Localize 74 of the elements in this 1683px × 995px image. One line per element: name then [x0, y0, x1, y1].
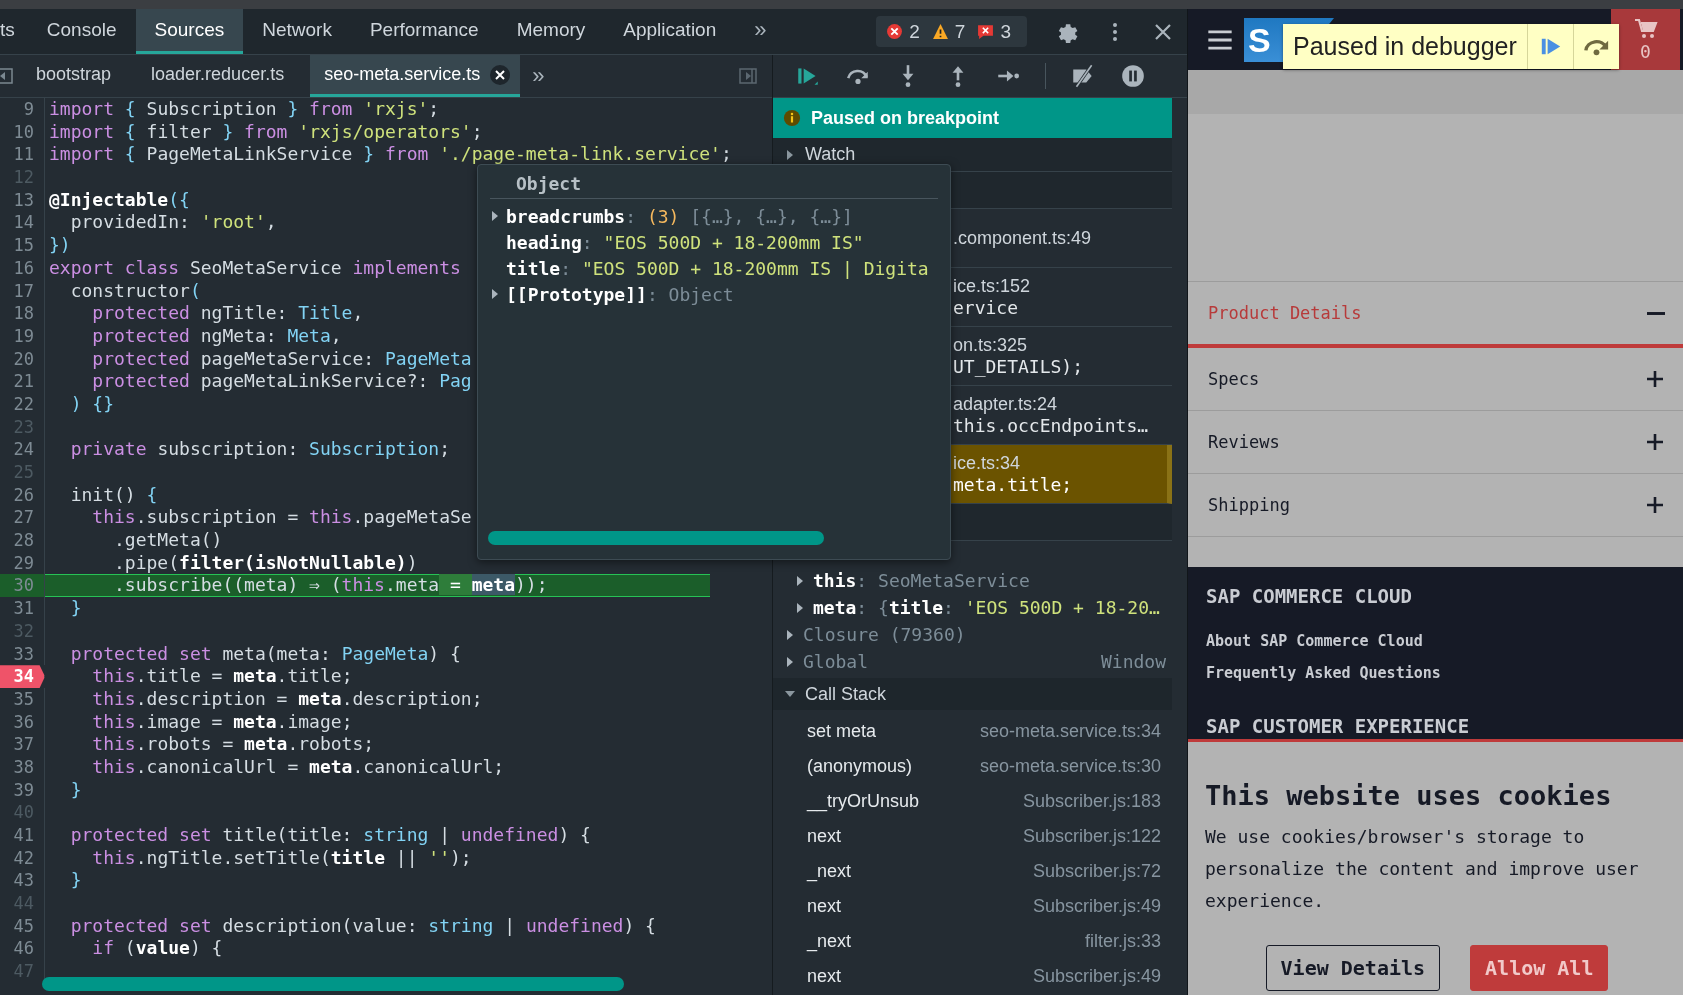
code-line: protected set meta(meta: PageMeta) { [69, 642, 461, 666]
property: [[Prototype]]: Object [506, 283, 734, 305]
code-line: .pipe(filter(isNotNullable)) [113, 551, 418, 575]
section-title: Watch [805, 144, 856, 165]
code-line: .getMeta() [113, 529, 223, 552]
breakpoint-location: adapter.ts:24 [953, 394, 1059, 415]
breakpoint-location: ice.ts:34 [953, 453, 1022, 474]
cookie-title: This website uses cookies [1205, 780, 1613, 811]
code-line: this.title = meta.title; [91, 665, 353, 688]
scope-variable: meta: {title: 'EOS 500D + 18-20… [813, 597, 1160, 618]
code-line: this.ngTitle.setTitle(title || ''); [91, 846, 472, 870]
function-name: next [807, 966, 842, 987]
breakpoint-code: UT_DETAILS); [953, 356, 1085, 377]
code-line: protected pageMetaLinkService?: Pag [91, 370, 472, 393]
issue-count: 3 [1000, 20, 1011, 43]
scope-value: Window [1100, 651, 1167, 672]
code-line: protected ngMeta: Meta, [91, 324, 342, 348]
code-line: if (value) { [91, 937, 223, 961]
code-line: protected set description(value: string | undefined) { [69, 914, 656, 938]
overlay-message: Paused in debugger [1292, 31, 1518, 62]
code-line: ) {} [69, 392, 115, 416]
warning-count: 7 [954, 20, 966, 43]
function-name: set meta [807, 721, 877, 742]
scope-group: Closure (79360) [803, 624, 966, 645]
section-title: Call Stack [805, 683, 887, 705]
function-name: __tryOrUnsub [807, 791, 920, 812]
accordion-label: Reviews [1208, 432, 1280, 452]
code-line: this.robots = meta.robots; [91, 733, 375, 756]
breakpoint-location: on.ts:325 [953, 335, 1029, 356]
file-name: bootstrap [36, 64, 112, 85]
accordion-label: Shipping [1208, 495, 1290, 515]
code-line: protected ngTitle: Title, [91, 302, 364, 325]
breakpoint-location: ice.ts:152 [953, 276, 1032, 297]
scope-group: Global [803, 651, 869, 672]
code-line: constructor( [69, 279, 201, 303]
banner-text: Paused on breakpoint [811, 107, 1000, 129]
code-line: import { filter } from 'rxjs/operators'; [48, 120, 483, 144]
code-line: } [69, 778, 82, 802]
breakpoint-code: this.occEndpoints… [953, 415, 1150, 436]
accordion-label: Specs [1208, 369, 1260, 389]
code-line: protected set title(title: string | undefined) { [69, 824, 591, 847]
code-line: import { Subscription } from 'rxjs'; [48, 98, 440, 121]
function-name: _next [807, 931, 852, 952]
breakpoint-code: ervice [953, 297, 1020, 318]
breakpoint-code: meta.title; [953, 474, 1074, 495]
function-name: (anonymous) [807, 756, 913, 777]
function-name: next [807, 896, 842, 917]
code-line: this.description = meta.description; [91, 687, 483, 711]
accordion-label: Product Details [1208, 303, 1362, 323]
file-name: loader.reducer.ts [151, 64, 285, 85]
scope-variable: this: SeoMetaService [813, 570, 1030, 591]
error-count: 2 [909, 20, 920, 43]
code-line: providedIn: 'root', [69, 211, 277, 235]
popover-title: Object [490, 171, 938, 199]
function-name: next [807, 826, 842, 847]
code-line: this.image = meta.image; [91, 710, 353, 734]
code-line: this.subscription = this.pageMetaSe [91, 506, 472, 530]
code-line: import { PageMetaLinkService } from './page-meta-link.service'; [48, 143, 732, 167]
code-line: private subscription: Subscription; [69, 438, 450, 461]
breakpoint-location: .component.ts:49 [953, 227, 1093, 249]
code-line: @Injectable({ [48, 188, 190, 212]
code-line: } [69, 869, 82, 893]
code-line: } [69, 597, 82, 620]
footer-heading: SAP COMMERCE CLOUD [1206, 585, 1413, 607]
footer-heading: SAP CUSTOMER EXPERIENCE [1206, 715, 1471, 737]
code-line: protected pageMetaService: PageMeta [91, 347, 472, 371]
code-line: export class SeoMetaService implements [48, 256, 461, 280]
code-line: init() { [69, 483, 158, 507]
file-name: seo-meta.service.ts [324, 64, 481, 85]
code-line: this.canonicalUrl = meta.canonicalUrl; [91, 755, 505, 779]
function-name: _next [807, 861, 852, 882]
cart-count: 0 [1640, 41, 1651, 62]
cookie-text: We use cookies/browser's storage to personalize the content and improve user experience. [1205, 825, 1640, 913]
code-line: }) [48, 234, 71, 257]
